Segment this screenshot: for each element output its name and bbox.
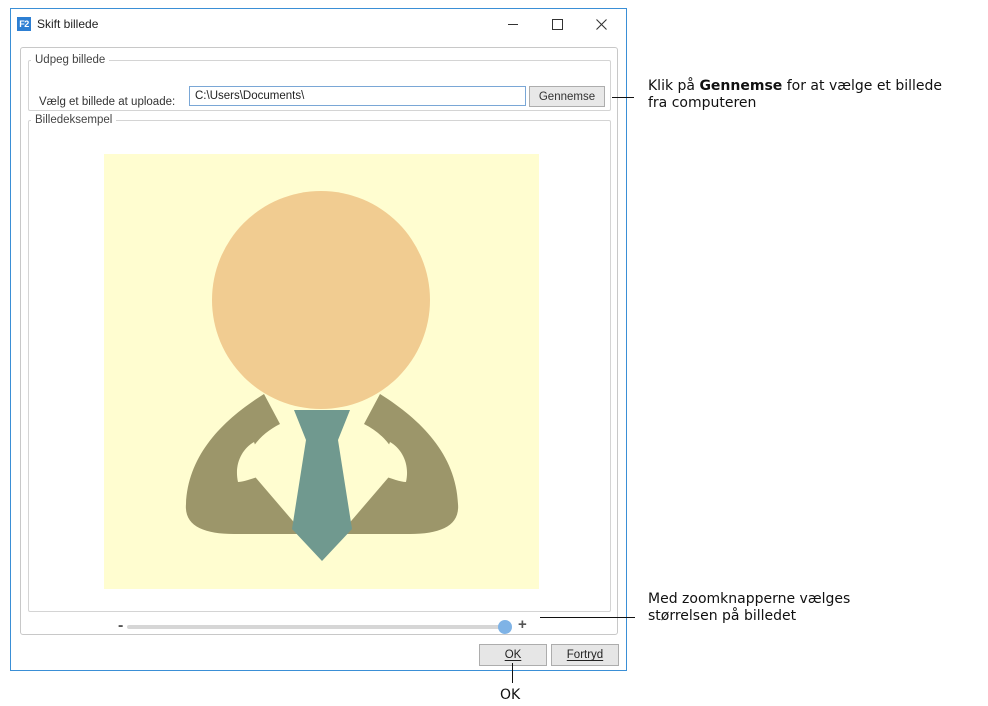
zoom-slider[interactable]: [127, 620, 512, 634]
zoom-callout-line1: Med zoomknapperne vælges: [648, 591, 851, 607]
file-path-input[interactable]: [189, 86, 526, 106]
close-button[interactable]: [579, 9, 623, 39]
minimize-icon: [508, 23, 518, 25]
ok-callout: OK: [500, 687, 521, 703]
zoom-slider-thumb[interactable]: [498, 620, 512, 634]
ok-callout-line: [512, 663, 513, 683]
zoom-in-button[interactable]: +: [518, 617, 527, 633]
browse-button[interactable]: Gennemse: [529, 86, 605, 107]
browse-callout-bold: Gennemse: [699, 78, 783, 94]
window-title: Skift billede: [37, 17, 99, 31]
title-bar[interactable]: F2 Skift billede: [11, 9, 626, 39]
maximize-button[interactable]: [535, 9, 579, 39]
browse-callout: Klik på Gennemse for at vælge et billede…: [648, 78, 983, 112]
cancel-button[interactable]: Fortryd: [551, 644, 619, 666]
browse-callout-line: [612, 97, 634, 98]
cancel-button-label: Fortryd: [566, 649, 604, 661]
browse-callout-text: Klik på: [648, 78, 700, 94]
upload-field-label: Vælg et billede at uploade:: [39, 96, 176, 108]
change-image-dialog: F2 Skift billede Udpeg billede Billedeks…: [10, 8, 627, 671]
avatar-head: [212, 191, 430, 409]
preview-group-legend: Billedeksempel: [35, 114, 113, 126]
ok-button[interactable]: OK: [479, 644, 547, 666]
zoom-callout: Med zoomknapperne vælges størrelsen på b…: [648, 591, 983, 625]
upload-group-legend: Udpeg billede: [35, 54, 106, 66]
zoom-callout-line: [540, 617, 635, 618]
browse-callout-line2: fra computeren: [648, 95, 757, 111]
app-logo-icon: F2: [17, 17, 31, 31]
content-panel: Udpeg billede Billedeksempel Vælg et bil…: [20, 47, 618, 635]
person-avatar-icon: [185, 191, 459, 561]
zoom-callout-line2: størrelsen på billedet: [648, 608, 797, 624]
image-preview: [104, 154, 539, 589]
minimize-button[interactable]: [491, 9, 535, 39]
browse-callout-text-end: for at vælge et billede: [782, 78, 943, 94]
maximize-icon: [551, 18, 563, 30]
avatar-tie: [292, 410, 352, 561]
zoom-out-button[interactable]: -: [118, 618, 123, 634]
ok-button-label: OK: [504, 649, 522, 661]
close-icon: [595, 18, 607, 30]
